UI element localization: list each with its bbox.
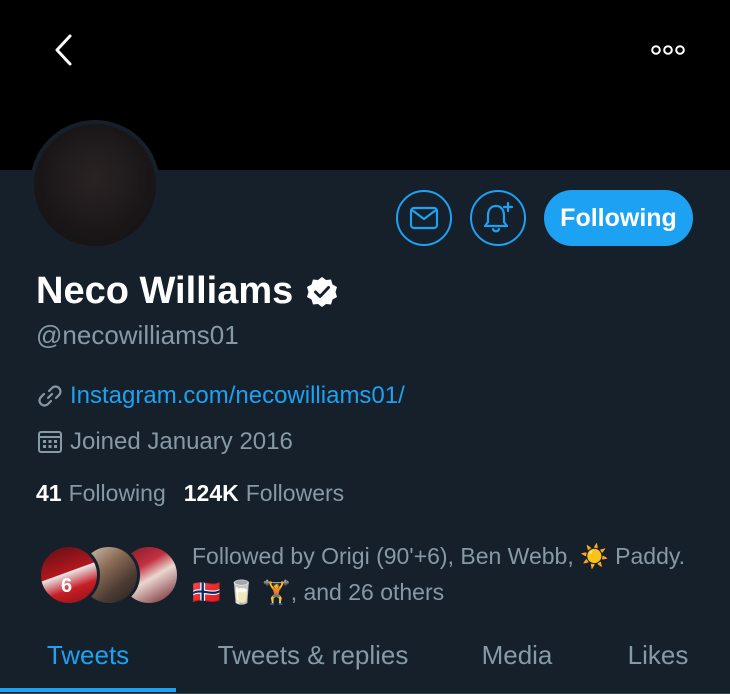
profile-handle: @necowilliams01 — [36, 320, 239, 350]
tab-tweets[interactable]: Tweets — [0, 620, 176, 690]
link-icon — [36, 382, 64, 410]
bell-plus-icon — [483, 201, 514, 233]
profile-tabs: Tweets Tweets & replies Media Likes — [0, 620, 730, 694]
mutual-followers-avatars[interactable]: 6 — [38, 544, 180, 606]
message-button[interactable] — [396, 190, 452, 246]
chevron-left-icon — [55, 34, 72, 66]
profile-name-row: Neco Williams — [36, 270, 339, 313]
followers-count: 124K — [183, 480, 239, 506]
following-stat[interactable]: 41 Following — [36, 480, 166, 507]
avatar-image — [34, 124, 156, 246]
following-count: 41 — [36, 480, 62, 506]
following-label: Following — [68, 480, 166, 506]
profile-website[interactable]: Instagram.com/necowilliams01/ — [36, 382, 405, 410]
more-horizontal-icon — [651, 45, 685, 55]
followers-label: Followers — [245, 480, 345, 506]
profile-name: Neco Williams — [36, 270, 294, 312]
website-link[interactable]: Instagram.com/necowilliams01/ — [70, 382, 405, 410]
followed-by-text[interactable]: Followed by Origi (90'+6), Ben Webb, ☀️ … — [192, 538, 692, 610]
following-button[interactable]: Following — [544, 190, 693, 246]
follow-stats: 41 Following 124K Followers — [36, 480, 344, 507]
verified-badge-icon — [305, 275, 339, 309]
back-button[interactable] — [44, 28, 84, 72]
calendar-icon — [36, 428, 64, 456]
tab-tweets-and-replies[interactable]: Tweets & replies — [190, 620, 436, 690]
tab-media[interactable]: Media — [456, 620, 578, 690]
profile-joined: Joined January 2016 — [36, 428, 293, 456]
joined-date: Joined January 2016 — [70, 428, 293, 455]
mutual-follower-avatar: 6 — [38, 544, 100, 606]
mail-icon — [409, 206, 439, 230]
profile-avatar[interactable] — [30, 120, 160, 250]
more-options-button[interactable] — [644, 30, 692, 70]
followers-stat[interactable]: 124K Followers — [184, 480, 344, 507]
tab-likes[interactable]: Likes — [600, 620, 716, 690]
active-tab-indicator — [0, 688, 176, 692]
jersey-number: 6 — [61, 575, 73, 597]
notifications-button[interactable] — [470, 190, 526, 246]
